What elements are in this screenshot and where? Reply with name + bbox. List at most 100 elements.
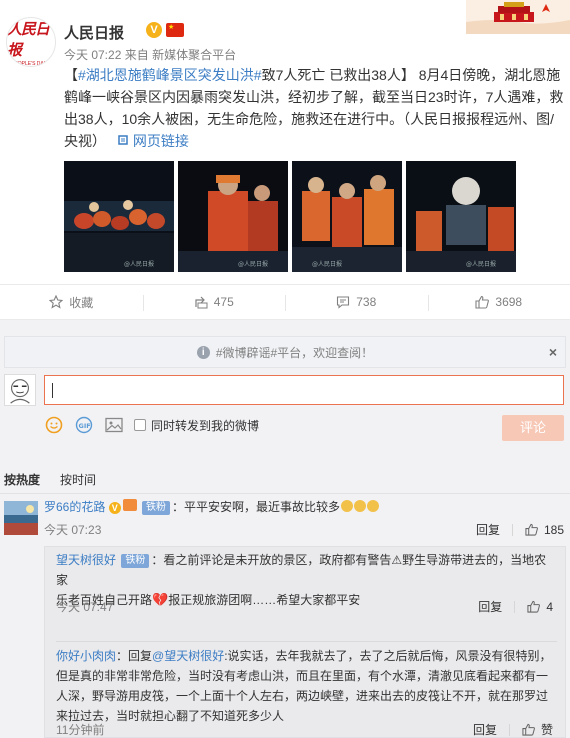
reply-time: 今天 07:47 — [56, 600, 114, 614]
post-source[interactable]: 新媒体聚合平台 — [152, 48, 236, 62]
comment-icon — [337, 296, 350, 309]
repost-button[interactable]: 475 — [142, 285, 286, 319]
reply-ops: 回复 赞 — [473, 721, 553, 738]
avatar-logo-text: 人民日报 — [7, 19, 50, 59]
author-name[interactable]: 人民日报 — [64, 22, 124, 43]
bracket-open: 【 — [64, 67, 78, 83]
post-meta: 今天 07:22 来自 新媒体聚合平台 — [64, 46, 236, 63]
rescue-photo-1[interactable]: @人民日报 — [64, 161, 174, 272]
verified-v-icon: V — [108, 502, 121, 514]
divider — [508, 723, 510, 736]
favorite-button[interactable]: 收藏 — [0, 285, 143, 319]
post-images: @人民日报 @人民日报 @人民日报 @人民日报 — [64, 161, 516, 272]
comment-button[interactable]: 738 — [285, 285, 428, 319]
image-icon — [105, 417, 123, 433]
broken-heart-icon: 💔 — [152, 592, 169, 607]
commenter-name[interactable]: 罗66的花路 — [44, 500, 105, 514]
forward-to-weibo-option[interactable]: 同时转发到我的微博 — [134, 417, 259, 434]
repost-count: 475 — [213, 295, 234, 309]
comment-count: 738 — [356, 295, 377, 309]
thumbs-up-icon[interactable] — [522, 723, 535, 736]
comment-input[interactable] — [44, 375, 564, 405]
member-badge-icon — [122, 499, 137, 511]
thumbs-up-icon[interactable] — [525, 523, 538, 536]
iron-fan-badge: 铁粉 — [121, 554, 150, 568]
reply-divider — [56, 641, 557, 642]
like-button[interactable]: 3698 — [427, 285, 570, 319]
reply-user-name[interactable]: 望天树很好 — [56, 553, 116, 567]
svg-text:GIF: GIF — [79, 422, 91, 430]
commenter-avatar[interactable] — [4, 501, 38, 535]
reply-time: 11分钟前 — [56, 723, 105, 737]
gif-button[interactable]: GIF — [74, 415, 94, 435]
rescue-photo-3[interactable]: @人民日报 — [292, 161, 402, 272]
reply-like-label[interactable]: 赞 — [541, 721, 553, 738]
sort-by-time-tab[interactable]: 按时间 — [60, 471, 96, 488]
verified-v-icon: V — [146, 22, 162, 38]
reply-like-count[interactable]: 4 — [546, 600, 553, 614]
rescue-photo-4[interactable]: @人民日报 — [406, 161, 516, 272]
post-text: 【#湖北恩施鹤峰景区突发山洪#致7人死亡 已救出38人】 8月4日傍晚，湖北恩施… — [64, 64, 564, 152]
iron-fan-badge: 铁粉 — [142, 501, 171, 515]
reply-item: 你好小肉肉：回复@望天树很好:说实话，去年我就去了，去了之后就后悔，风景没有很特… — [56, 646, 556, 726]
rumor-notice-bar: i #微博辟谣#平台，欢迎查阅！ × — [4, 336, 566, 368]
smiley-icon — [45, 416, 63, 434]
submit-comment-button[interactable]: 评论 — [502, 415, 564, 441]
post-action-bar: 收藏 475 738 3698 — [0, 284, 570, 320]
photo-watermark: @人民日报 — [466, 260, 496, 268]
reply-text-line-3: 人深，野导游用皮筏，一个上面十个人左右，两边峡壁，进来出去的皮筏让不开，就在那罗… — [56, 689, 549, 703]
like-count: 3698 — [495, 295, 523, 309]
reply-text-line-2: 但是真的非常非常危险，当时没有考虑山洪，而且在里面，有个水潭，清澈见底看起来都有… — [56, 669, 549, 683]
reply-button[interactable]: 回复 — [476, 521, 500, 538]
sort-by-hot-tab[interactable]: 按热度 — [4, 471, 40, 488]
comment-item: 罗66的花路 V 铁粉 ：平平安安啊，最近事故比较多 — [44, 498, 564, 516]
link-icon — [118, 135, 128, 145]
reply-button[interactable]: 回复 — [478, 598, 502, 615]
reply-text-line-1: :说实话，去年我就去了，去了之后就后悔，风景没有很特别， — [224, 649, 552, 663]
forward-checkbox[interactable] — [134, 419, 146, 431]
text-caret — [52, 383, 53, 398]
photo-watermark: @人民日报 — [312, 260, 342, 268]
crying-emoji-icon — [367, 500, 380, 512]
comment-toolbar: GIF 同时转发到我的微博 — [44, 414, 259, 436]
reply-list: 望天树很好 铁粉 ：看之前评论是未开放的景区，政府都有警告⚠野生导游带进去的，当地… — [44, 546, 566, 738]
web-link[interactable]: 网页链接 — [110, 133, 189, 149]
mention-link[interactable]: @望天树很好 — [152, 649, 224, 663]
weibo-post: 人民日报 PEOPLE'S DAILY 人民日报 V ★ 今天 07:22 来自… — [0, 0, 570, 284]
crying-emoji-icon — [354, 500, 367, 512]
rumor-notice-text[interactable]: #微博辟谣#平台，欢迎查阅！ — [216, 344, 373, 361]
divider — [511, 523, 513, 536]
photo-watermark: @人民日报 — [124, 260, 154, 268]
topic-hashtag-link[interactable]: #湖北恩施鹤峰景区突发山洪# — [78, 67, 262, 83]
rescue-photo-2[interactable]: @人民日报 — [178, 161, 288, 272]
source-prefix: 来自 — [124, 48, 149, 62]
photo-watermark: @人民日报 — [238, 260, 268, 268]
comment-like-count[interactable]: 185 — [544, 523, 564, 537]
thumbs-up-icon — [475, 295, 490, 309]
repost-icon — [195, 296, 208, 309]
post-headline: 致7人死亡 已救出38人】 — [261, 67, 415, 83]
close-icon[interactable]: × — [549, 344, 557, 360]
divider — [514, 600, 516, 613]
forward-label: 同时转发到我的微博 — [151, 418, 260, 433]
reply-user-name[interactable]: 你好小肉肉 — [56, 649, 116, 663]
crying-emoji-icon — [341, 500, 354, 512]
author-avatar[interactable]: 人民日报 PEOPLE'S DAILY — [6, 17, 56, 67]
comment-section: i #微博辟谣#平台，欢迎查阅！ × GIF 同时转发到我的微博 评论 按热度 … — [0, 320, 570, 738]
current-user-avatar[interactable] — [4, 374, 36, 406]
emoji-button[interactable] — [44, 415, 64, 435]
post-time[interactable]: 今天 07:22 — [64, 48, 121, 62]
info-icon: i — [196, 345, 210, 359]
china-flag-icon: ★ — [166, 23, 184, 37]
image-button[interactable] — [104, 415, 124, 435]
comment-ops: 回复 185 — [476, 521, 564, 538]
reply-button[interactable]: 回复 — [473, 721, 497, 738]
reply-ops: 回复 4 — [478, 598, 553, 615]
web-link-label: 网页链接 — [132, 133, 189, 149]
gif-icon: GIF — [75, 416, 93, 434]
thumbs-up-icon[interactable] — [527, 600, 541, 613]
reply-prefix: ：回复 — [116, 649, 153, 663]
avatar-logo-subtext: PEOPLE'S DAILY — [11, 60, 51, 67]
decorative-banner-image — [466, 0, 570, 34]
reply-text-line-2b: 报正规旅游团啊……希望大家都平安 — [168, 593, 361, 607]
